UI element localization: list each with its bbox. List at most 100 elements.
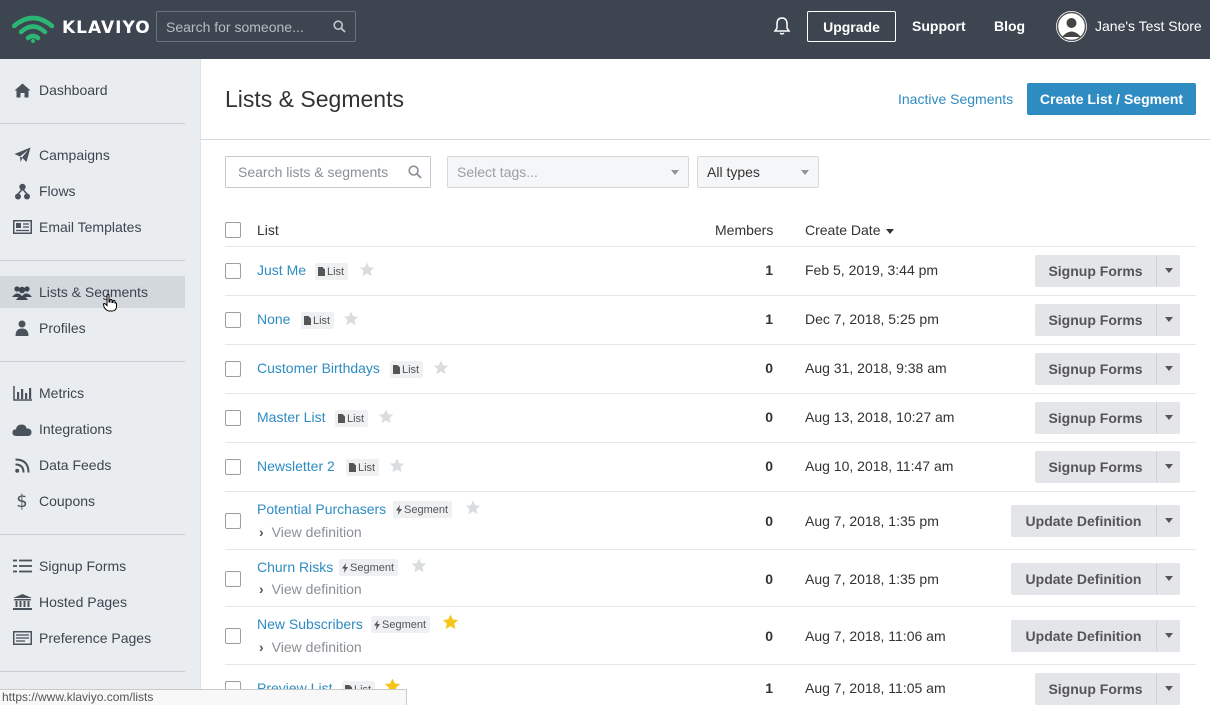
row-checkbox[interactable] [225,628,241,644]
support-link[interactable]: Support [912,18,966,34]
signup-forms-button[interactable]: Signup Forms [1035,353,1156,385]
star-icon[interactable] [343,311,359,326]
store-name[interactable]: Jane's Test Store [1095,18,1202,34]
segment-name-link[interactable]: New Subscribers [257,616,363,632]
file-icon [318,267,325,276]
view-definition-toggle[interactable]: › View definition [259,581,362,597]
star-icon[interactable] [378,409,394,424]
star-icon[interactable] [359,262,375,277]
sidebar-item-hosted-pages[interactable]: Hosted Pages [0,586,185,618]
row-actions-dropdown[interactable] [1156,255,1180,287]
sidebar-item-label: Signup Forms [39,558,127,574]
update-definition-button[interactable]: Update Definition [1011,563,1156,595]
signup-forms-button[interactable]: Signup Forms [1035,673,1156,705]
inactive-segments-link[interactable]: Inactive Segments [898,91,1013,107]
view-definition-toggle[interactable]: › View definition [259,639,362,655]
star-icon[interactable] [465,500,481,515]
chevron-down-icon [1165,317,1173,322]
row-checkbox[interactable] [225,410,241,426]
type-badge: Segment [339,559,399,576]
chevron-down-icon [1165,576,1173,581]
row-checkbox[interactable] [225,513,241,529]
sidebar-item-integrations[interactable]: Integrations [0,413,185,445]
row-actions-dropdown[interactable] [1156,505,1180,537]
sidebar-item-data-feeds[interactable]: Data Feeds [0,449,185,481]
list-name-link[interactable]: Customer Birthdays [257,360,380,376]
star-icon[interactable] [433,360,449,375]
signup-forms-button[interactable]: Signup Forms [1035,402,1156,434]
sidebar-item-dashboard[interactable]: Dashboard [0,74,185,106]
row-actions-dropdown[interactable] [1156,620,1180,652]
row-actions-dropdown[interactable] [1156,673,1180,705]
sidebar-item-signup-forms[interactable]: Signup Forms [0,550,185,582]
type-badge: List [301,312,335,329]
row-checkbox[interactable] [225,571,241,587]
row-actions-dropdown[interactable] [1156,451,1180,483]
sidebar-item-email-templates[interactable]: Email Templates [0,211,185,243]
blog-link[interactable]: Blog [994,18,1025,34]
signup-forms-button[interactable]: Signup Forms [1035,255,1156,287]
update-definition-button[interactable]: Update Definition [1011,620,1156,652]
column-header-list[interactable]: List [257,222,279,238]
chevron-right-icon: › [259,639,264,655]
chevron-down-icon [801,170,809,175]
star-icon[interactable] [411,558,427,573]
sidebar-item-label: Campaigns [39,147,110,163]
row-checkbox[interactable] [225,312,241,328]
list-name-link[interactable]: Just Me [257,262,306,278]
star-icon-active[interactable] [442,614,459,630]
star-icon[interactable] [389,458,405,473]
column-header-create-date[interactable]: Create Date [805,222,895,238]
sidebar-item-lists-segments[interactable]: Lists & Segments [0,276,185,308]
signup-forms-button[interactable]: Signup Forms [1035,451,1156,483]
segment-name-link[interactable]: Churn Risks [257,559,333,575]
sidebar-item-metrics[interactable]: Metrics [0,377,185,409]
sidebar-divider [0,123,185,124]
row-checkbox[interactable] [225,459,241,475]
sidebar-item-preference-pages[interactable]: Preference Pages [0,622,185,654]
sidebar-item-label: Metrics [39,385,85,401]
tags-select[interactable]: Select tags... [447,156,689,188]
list-name-link[interactable]: Newsletter 2 [257,458,335,474]
type-badge-label: Segment [382,618,427,631]
list-form-icon [12,556,32,576]
sidebar-item-coupons[interactable]: $ Coupons [0,485,185,517]
global-search-input[interactable] [157,12,327,41]
update-definition-button[interactable]: Update Definition [1011,505,1156,537]
sidebar-item-flows[interactable]: Flows [0,175,185,207]
type-badge: List [390,361,424,378]
user-icon [12,318,32,338]
notifications-bell-icon[interactable] [773,16,791,36]
chevron-down-icon [1165,415,1173,420]
chevron-down-icon [1165,686,1173,691]
row-checkbox[interactable] [225,361,241,377]
page-title: Lists & Segments [225,86,404,112]
chevron-right-icon: › [259,581,264,597]
klaviyo-logo[interactable]: KLAVIYO [12,12,151,44]
file-icon [338,414,345,423]
row-actions-dropdown[interactable] [1156,353,1180,385]
row-actions-dropdown[interactable] [1156,563,1180,595]
list-name-link[interactable]: None [257,311,290,327]
select-all-checkbox[interactable] [225,222,241,238]
segment-name-link[interactable]: Potential Purchasers [257,501,386,517]
signup-forms-button[interactable]: Signup Forms [1035,304,1156,336]
create-list-segment-button[interactable]: Create List / Segment [1027,83,1196,115]
type-badge-label: List [402,363,420,376]
search-icon[interactable] [333,20,346,33]
search-icon[interactable] [408,165,422,179]
chevron-down-icon [1165,366,1173,371]
sidebar-item-profiles[interactable]: Profiles [0,312,185,344]
type-select[interactable]: All types [697,156,819,188]
list-name-link[interactable]: Master List [257,409,325,425]
row-checkbox[interactable] [225,263,241,279]
column-header-members[interactable]: Members [715,222,773,238]
upgrade-button[interactable]: Upgrade [807,11,896,42]
view-definition-toggle[interactable]: › View definition [259,524,362,540]
row-actions-dropdown[interactable] [1156,402,1180,434]
avatar[interactable] [1056,11,1087,42]
list-search-input[interactable] [226,157,401,187]
hand-cursor-icon [103,294,117,312]
sidebar-item-campaigns[interactable]: Campaigns [0,139,185,171]
row-actions-dropdown[interactable] [1156,304,1180,336]
